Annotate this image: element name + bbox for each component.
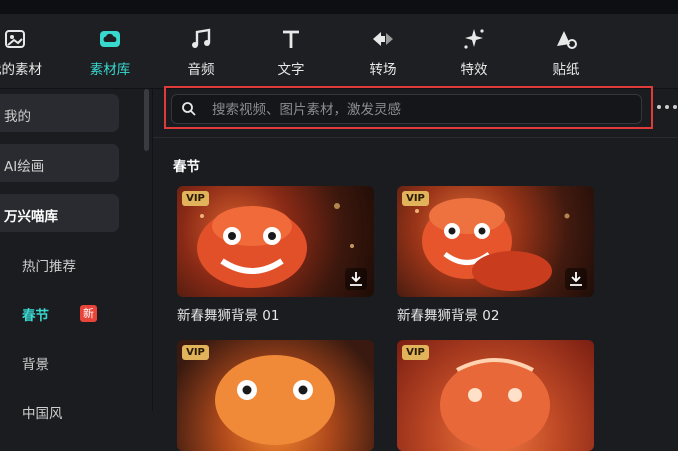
sidebar-item-ai-painting[interactable]: AI绘画	[0, 144, 119, 182]
toolbar-item-label: 转场	[369, 62, 397, 78]
sparkle-effect-icon	[464, 29, 484, 49]
category-sidebar: 我的 AI绘画 万兴喵库 热门推荐 春节 新 背景 中国风	[0, 89, 152, 422]
asset-card[interactable]: VIP	[397, 340, 594, 451]
toolbar-item-library[interactable]: 素材库	[75, 26, 145, 78]
toolbar-item-label: 文字	[277, 62, 305, 78]
window-title-bar	[0, 0, 678, 14]
sidebar-item-mine[interactable]: 我的	[0, 94, 119, 132]
music-note-icon	[192, 28, 211, 48]
toolbar-item-effects[interactable]: 特效	[439, 26, 509, 78]
sidebar-item-wanxing-library[interactable]: 万兴喵库	[0, 194, 119, 232]
sidebar-subitem-trending[interactable]: 热门推荐	[22, 255, 76, 275]
sticker-icon	[557, 31, 577, 49]
toolbar-item-label: 贴纸	[552, 62, 580, 78]
more-options-icon[interactable]	[655, 99, 678, 115]
toolbar-item-label: 音频	[187, 62, 215, 78]
asset-card[interactable]: VIP	[177, 186, 374, 297]
asset-card[interactable]: VIP	[397, 186, 594, 297]
cloud-library-icon	[100, 31, 120, 47]
search-input[interactable]	[210, 98, 634, 122]
sidebar-subitem-label: 热门推荐	[22, 259, 76, 275]
vip-badge: VIP	[182, 345, 209, 360]
media-icon	[5, 30, 25, 48]
sidebar-item-label: 万兴喵库	[4, 209, 58, 225]
sidebar-item-label: AI绘画	[4, 159, 45, 175]
toolbar-item-label: 我的素材	[0, 62, 42, 78]
asset-card-title: 新春舞狮背景 02	[397, 308, 500, 324]
transition-icon	[373, 32, 393, 46]
section-title: 春节	[173, 159, 200, 175]
toolbar-item-audio[interactable]: 音频	[166, 26, 236, 78]
toolbar-item-my-media[interactable]: 我的素材	[0, 26, 50, 78]
asset-card[interactable]: VIP	[177, 340, 374, 451]
sidebar-subitem-label: 中国风	[22, 406, 63, 422]
vip-badge: VIP	[182, 191, 209, 206]
toolbar-item-label: 特效	[460, 62, 488, 78]
toolbar-item-stickers[interactable]: 贴纸	[531, 26, 601, 78]
sidebar-subitem-chinese-style[interactable]: 中国风	[22, 402, 63, 422]
toolbar-item-text[interactable]: 文字	[256, 26, 326, 78]
toolbar-item-transition[interactable]: 转场	[348, 26, 418, 78]
sidebar-scrollbar[interactable]	[144, 89, 149, 151]
text-icon	[283, 30, 299, 48]
search-icon	[182, 102, 196, 116]
toolbar-item-label: 素材库	[89, 62, 131, 78]
sidebar-subitem-label: 春节	[22, 308, 49, 324]
sidebar-subitem-label: 背景	[22, 357, 49, 373]
asset-card-title: 新春舞狮背景 01	[177, 308, 280, 324]
new-badge: 新	[80, 305, 97, 322]
top-toolbar: 我的素材 素材库 音频 文字 转场	[0, 14, 678, 88]
sidebar-item-label: 我的	[4, 109, 31, 125]
sidebar-subitem-spring-festival[interactable]: 春节	[22, 304, 49, 324]
download-icon[interactable]	[345, 268, 367, 290]
vip-badge: VIP	[402, 191, 429, 206]
search-bar[interactable]	[171, 94, 642, 124]
download-icon[interactable]	[565, 268, 587, 290]
sidebar-subitem-background[interactable]: 背景	[22, 353, 49, 373]
content-divider	[153, 137, 678, 138]
vip-badge: VIP	[402, 345, 429, 360]
